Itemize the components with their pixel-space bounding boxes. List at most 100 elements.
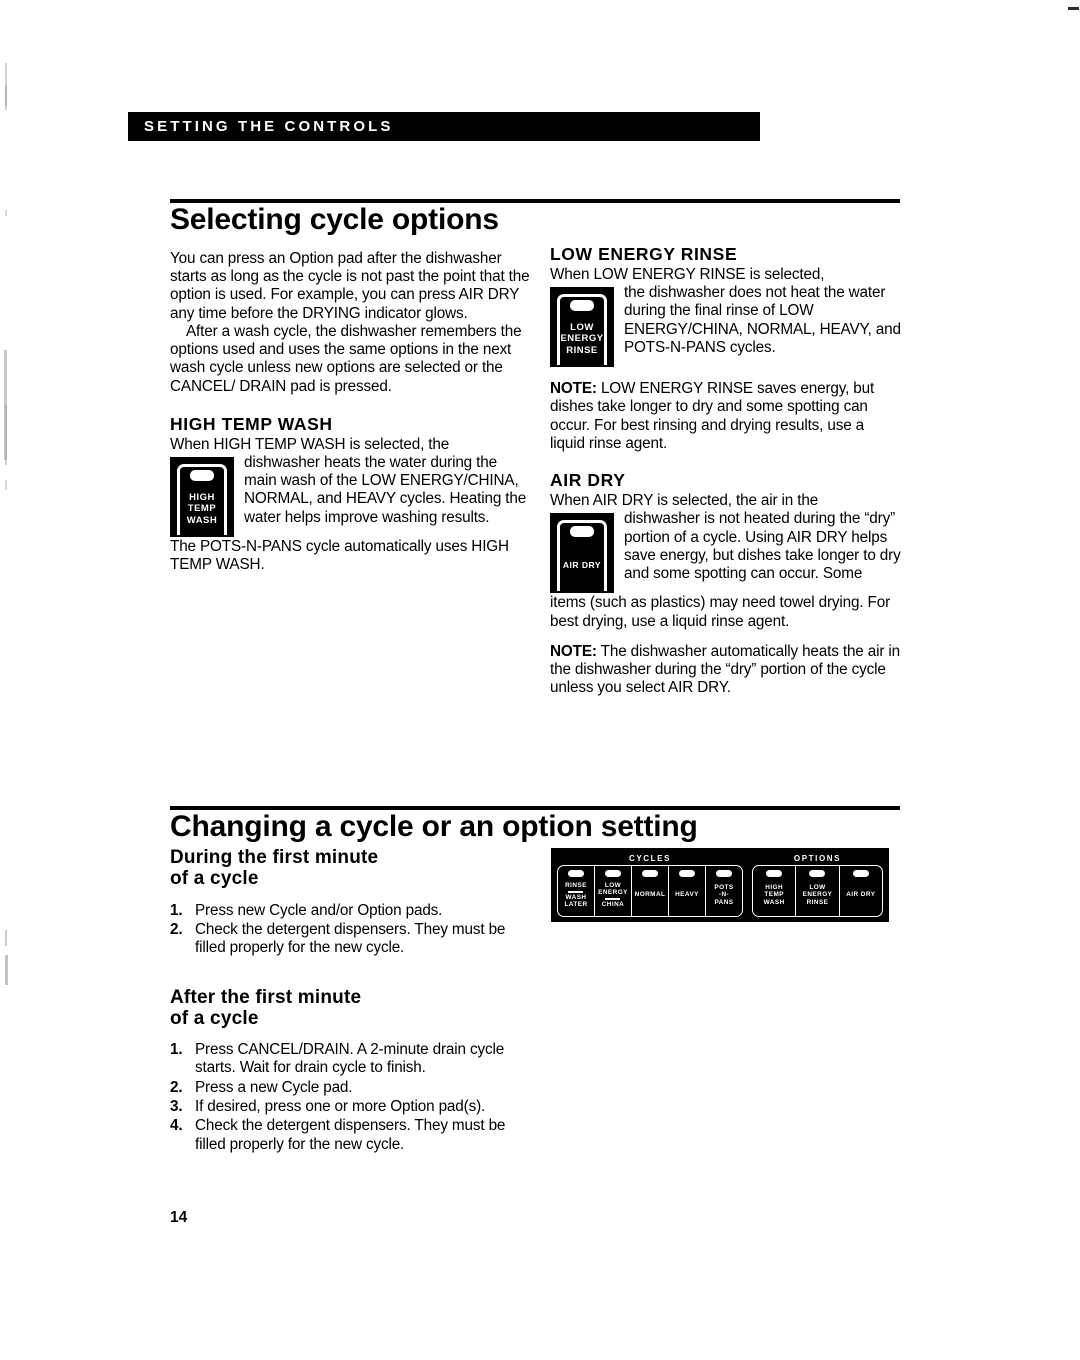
high-temp-wash-pad-illustration: HIGH TEMP WASH bbox=[170, 456, 234, 537]
pad-label-line: TEMP bbox=[187, 503, 217, 515]
section-one-left-column: You can press an Option pad after the di… bbox=[170, 250, 532, 574]
high-temp-wash-heading: HIGH TEMP WASH bbox=[170, 413, 333, 434]
heading-line-1: After the first minute bbox=[170, 986, 362, 1008]
pad-label: POTS -N- PANS bbox=[714, 877, 733, 916]
pad-label-line: LOW bbox=[570, 321, 594, 333]
scan-artifact-top-right bbox=[1068, 7, 1079, 10]
cycle-pad-rinse-wash-later[interactable]: RINSE WASH LATER bbox=[558, 866, 595, 916]
cycle-pad-pots-n-pans[interactable]: POTS -N- PANS bbox=[706, 866, 742, 916]
indicator-light-icon bbox=[642, 870, 658, 877]
page-number: 14 bbox=[170, 1209, 188, 1226]
pad-label-line: LATER bbox=[564, 900, 588, 908]
cycle-pad-normal[interactable]: NORMAL bbox=[632, 866, 669, 916]
cycles-group-title: CYCLES bbox=[628, 854, 672, 863]
indicator-light-icon bbox=[852, 870, 869, 877]
pad-label-line: NORMAL bbox=[634, 891, 666, 899]
low-energy-rinse-pad-illustration: LOW ENERGY RINSE bbox=[550, 287, 614, 368]
options-group: OPTIONS HIGH TEMP WASH LOW ENERGY RINSE … bbox=[752, 852, 883, 917]
pad-label-line: ENERGY bbox=[560, 333, 604, 345]
air-dry-note: NOTE: The dishwasher automatically heats… bbox=[550, 643, 902, 698]
air-dry-tail-text: items (such as plastics) may need towel … bbox=[550, 594, 891, 630]
pad-label: NORMAL bbox=[635, 877, 666, 916]
heading-line-2: of a cycle bbox=[170, 1007, 259, 1029]
intro-paragraph-2: After a wash cycle, the dishwasher remem… bbox=[170, 322, 522, 395]
pad-label-line: WASH bbox=[565, 893, 587, 901]
after-first-minute-steps: 1. Press CANCEL/DRAIN. A 2-minute drain … bbox=[170, 1041, 532, 1154]
step-number: 1. bbox=[170, 901, 183, 919]
cycle-pad-heavy[interactable]: HEAVY bbox=[669, 866, 706, 916]
step-number: 2. bbox=[170, 1078, 183, 1096]
pad-label: LOW ENERGY RINSE bbox=[803, 877, 833, 916]
pad-label: HIGH TEMP WASH bbox=[764, 877, 785, 916]
section-one-right-column: LOW ENERGY RINSE When LOW ENERGY RINSE i… bbox=[550, 244, 902, 697]
heading-line-2: of a cycle bbox=[170, 868, 259, 890]
list-item: 3. If desired, press one or more Option … bbox=[170, 1098, 532, 1116]
pad-indicator-light bbox=[570, 300, 594, 312]
note-text: LOW ENERGY RINSE saves energy, but dishe… bbox=[550, 380, 875, 452]
indicator-light-icon bbox=[605, 870, 621, 877]
pad-label-line: -N- bbox=[718, 891, 730, 899]
scan-artifact-left-margin-b bbox=[5, 86, 7, 110]
step-text: Press new Cycle and/or Option pads. bbox=[195, 901, 443, 919]
note-text: The dishwasher automatically heats the a… bbox=[550, 642, 901, 697]
pad-label-line: RINSE bbox=[806, 898, 829, 906]
scan-artifact-left-margin-h bbox=[5, 955, 8, 985]
step-text: If desired, press one or more Option pad… bbox=[195, 1098, 486, 1116]
options-pad-row: HIGH TEMP WASH LOW ENERGY RINSE AIR DRY bbox=[752, 865, 883, 917]
after-first-minute-heading: After the first minute of a cycle bbox=[170, 987, 532, 1030]
during-first-minute-steps: 1. Press new Cycle and/or Option pads. 2… bbox=[170, 902, 532, 958]
list-item: 4. Check the detergent dispensers. They … bbox=[170, 1117, 532, 1154]
scan-artifact-left-margin-e bbox=[5, 405, 7, 465]
running-head-banner: SETTING THE CONTROLS bbox=[128, 112, 760, 141]
scan-artifact-left-margin-f bbox=[5, 480, 7, 490]
pad-label-line: RINSE bbox=[566, 344, 598, 356]
low-energy-rinse-pad-block: LOW ENERGY RINSE the dishwasher does not… bbox=[550, 284, 902, 368]
control-panel-groups: CYCLES RINSE WASH LATER LOW ENERGY CHINA… bbox=[557, 852, 883, 917]
scan-artifact-left-margin-c bbox=[5, 210, 7, 216]
pad-label-line: WASH bbox=[186, 514, 218, 526]
step-text: Check the detergent dispensers. They mus… bbox=[195, 1117, 506, 1153]
low-energy-rinse-heading: LOW ENERGY RINSE bbox=[550, 244, 738, 264]
label-divider bbox=[605, 898, 621, 900]
section-two-title: Changing a cycle or an option setting bbox=[170, 810, 698, 843]
pad-label-line: PANS bbox=[714, 898, 734, 906]
pad-label-line: TEMP bbox=[764, 891, 784, 899]
pad-label: LOW ENERGY CHINA bbox=[598, 877, 628, 916]
pad-label-line: HIGH bbox=[189, 491, 215, 503]
option-pad-high-temp-wash[interactable]: HIGH TEMP WASH bbox=[753, 866, 797, 916]
pad-label: HIGH TEMP WASH bbox=[170, 487, 234, 531]
step-text: Press a new Cycle pad. bbox=[195, 1078, 353, 1096]
option-pad-low-energy-rinse[interactable]: LOW ENERGY RINSE bbox=[796, 866, 840, 916]
pad-label-line: ENERGY bbox=[802, 891, 833, 899]
step-text: Check the detergent dispensers. They mus… bbox=[195, 920, 506, 957]
intro-paragraph-1: You can press an Option pad after the di… bbox=[170, 250, 530, 322]
cycles-pad-row: RINSE WASH LATER LOW ENERGY CHINA NORMAL… bbox=[557, 865, 743, 917]
running-head-text: SETTING THE CONTROLS bbox=[144, 118, 394, 135]
high-temp-wash-tail-text: The POTS-N-PANS cycle automatically uses… bbox=[170, 537, 509, 574]
indicator-light-icon bbox=[809, 870, 826, 877]
list-item: 2. Press a new Cycle pad. bbox=[170, 1079, 532, 1097]
indicator-light-icon bbox=[766, 870, 783, 877]
control-panel-diagram: CYCLES RINSE WASH LATER LOW ENERGY CHINA… bbox=[551, 848, 889, 922]
indicator-light-icon bbox=[568, 870, 584, 877]
pad-label-line: AIR DRY bbox=[846, 891, 876, 899]
step-text: Press CANCEL/DRAIN. A 2-minute drain cyc… bbox=[195, 1041, 505, 1077]
step-number: 1. bbox=[170, 1041, 183, 1059]
indicator-light-icon bbox=[716, 870, 732, 877]
pad-label: AIR DRY bbox=[550, 543, 614, 587]
low-energy-rinse-note: NOTE: LOW ENERGY RINSE saves energy, but… bbox=[550, 380, 902, 453]
cycle-pad-low-energy-china[interactable]: LOW ENERGY CHINA bbox=[595, 866, 632, 916]
pad-label: AIR DRY bbox=[846, 877, 875, 916]
during-first-minute-heading: During the first minute of a cycle bbox=[170, 847, 532, 890]
pad-label-line: RINSE bbox=[565, 881, 587, 889]
option-pad-air-dry[interactable]: AIR DRY bbox=[840, 866, 882, 916]
low-energy-rinse-lead: When LOW ENERGY RINSE is selected, bbox=[550, 266, 825, 283]
air-dry-pad-illustration: AIR DRY bbox=[550, 513, 614, 594]
note-label: NOTE: bbox=[550, 642, 597, 660]
air-dry-pad-block: AIR DRY dishwasher is not heated during … bbox=[550, 510, 902, 594]
pad-label-line: ENERGY bbox=[598, 889, 628, 897]
step-number: 2. bbox=[170, 920, 183, 938]
pad-label: RINSE WASH LATER bbox=[564, 877, 587, 916]
heading-line-1: During the first minute bbox=[170, 847, 379, 868]
pad-label: HEAVY bbox=[675, 877, 699, 916]
